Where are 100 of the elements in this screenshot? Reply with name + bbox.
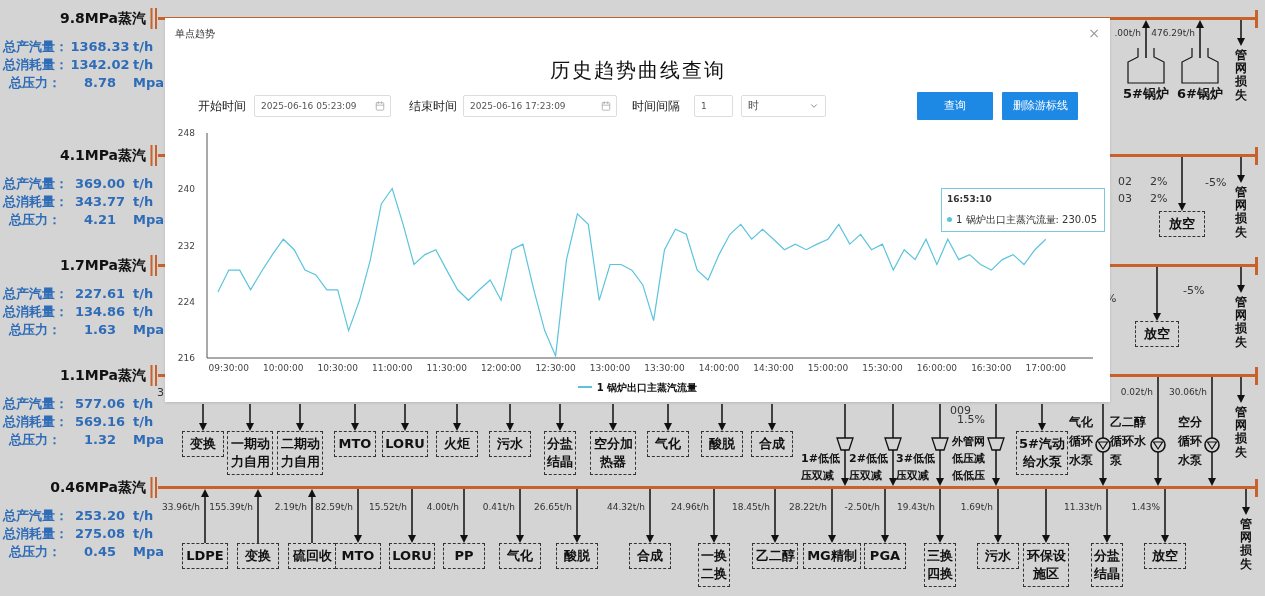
flow-rate: 0.41t/h	[482, 501, 515, 514]
stat-label: 总产汽量：	[1, 38, 69, 56]
page-heading: 历史趋势曲线查询	[549, 57, 726, 84]
stat-value: 253.20	[73, 507, 127, 525]
reducer-label: 外管网低压减低低压	[952, 434, 986, 484]
pipe-label: 0.46MPa蒸汽	[49, 478, 146, 497]
stat-unit: t/h	[133, 38, 154, 56]
dialog-title: 单点趋势	[175, 26, 215, 41]
stat-unit: Mpa	[133, 431, 164, 449]
unit-box: 放空	[1159, 211, 1205, 237]
pipe-end-cap	[150, 255, 158, 276]
stat-value: 343.77	[73, 193, 127, 211]
flow-rate: 4.00t/h	[426, 501, 459, 514]
field-label: 时间间隔	[632, 98, 680, 115]
unit-box: LDPE	[182, 543, 228, 569]
axis-tick-label: 17:00:00	[1025, 363, 1067, 373]
stat-unit: Mpa	[133, 211, 164, 229]
axis-tick-label: 10:30:00	[317, 363, 358, 373]
flow-rate: 155.39t/h	[209, 501, 253, 514]
stat-label: 总产汽量：	[1, 175, 69, 193]
interval-field[interactable]: 1	[694, 95, 733, 117]
stat-unit: Mpa	[133, 543, 164, 561]
unit-box: 一期动力自用	[227, 431, 273, 475]
flow-rate: 0.02t/h	[1120, 386, 1153, 399]
stat-label: 总产汽量：	[1, 507, 69, 525]
start-time-field[interactable]: 2025-06-16 05:23:09	[254, 95, 391, 117]
flow-rate: 1.69t/h	[960, 501, 993, 514]
axis-tick-label: 09:30:00	[208, 363, 249, 373]
query-button[interactable]: 查询	[917, 92, 993, 120]
flow-note: 02	[1118, 174, 1132, 190]
tooltip-time: 16:53:10	[947, 193, 993, 206]
stat-unit: t/h	[133, 303, 154, 321]
unit-box: 放空	[1144, 543, 1186, 569]
flow-arrow	[453, 404, 461, 431]
delete-cursor-button[interactable]: 删除游标线	[1002, 92, 1078, 120]
flow-arrow	[556, 404, 564, 431]
field-label: 开始时间	[198, 98, 246, 115]
stat-label: 总压力：	[7, 211, 62, 229]
flow-arrow	[1242, 489, 1250, 515]
axis-tick-label: 14:00:00	[698, 363, 740, 373]
flow-arrow	[1237, 267, 1245, 293]
legend-line-icon	[577, 386, 592, 388]
flow-rate: 82.59t/h	[314, 501, 353, 514]
flow-arrow	[646, 489, 654, 543]
flow-rate: 11.33t/h	[1063, 501, 1102, 514]
stat-value: 0.45	[82, 543, 118, 561]
unit-box: 气化	[647, 431, 689, 457]
boiler-label: 5#锅炉	[1123, 85, 1169, 103]
axis-tick-label: 16:30:00	[971, 363, 1012, 373]
flow-arrow	[254, 489, 262, 543]
flow-arrow	[936, 489, 944, 543]
flow-rate: 30.06t/h	[1168, 386, 1207, 399]
stat-value: 134.86	[73, 303, 127, 321]
flow-arrow	[1237, 157, 1245, 183]
pipe-end-cap	[150, 365, 158, 386]
flow-rate: .00t/h	[1114, 27, 1141, 40]
flow-rate: -2.50t/h	[844, 501, 880, 514]
stat-label: 总压力：	[7, 74, 62, 92]
stat-label: 总消耗量：	[1, 56, 69, 74]
flow-arrow	[1237, 20, 1245, 46]
stat-unit: t/h	[133, 395, 154, 413]
unit-box: 乙二醇	[752, 543, 798, 569]
tooltip-text: 1 锅炉出口主蒸汽流量: 230.05	[956, 212, 1098, 227]
pipe-label: 9.8MPa蒸汽	[58, 9, 146, 28]
flow-note: -5%	[1183, 283, 1205, 299]
axis-tick-label: 232	[177, 240, 195, 251]
flow-arrow	[506, 404, 514, 431]
legend-label: 1 锅炉出口主蒸汽流量	[596, 380, 698, 395]
axis-tick-label: 10:00:00	[263, 363, 304, 373]
boiler-icon	[1181, 47, 1219, 84]
flow-arrow	[460, 489, 468, 543]
flow-arrow	[201, 489, 209, 543]
stat-unit: t/h	[133, 413, 154, 431]
stat-label: 总消耗量：	[1, 303, 69, 321]
flow-rate: 15.52t/h	[368, 501, 407, 514]
flow-arrow	[246, 404, 254, 431]
axis-tick-label: 11:00:00	[372, 363, 413, 373]
axis-tick-label: 248	[177, 128, 195, 138]
unit-box: MTO	[335, 543, 381, 569]
flow-rate: 2.19t/h	[274, 501, 307, 514]
flow-arrow	[296, 404, 304, 431]
unit-box: 5#汽动给水泵	[1016, 431, 1068, 475]
end-time-field[interactable]: 2025-06-16 17:23:09	[463, 95, 617, 117]
stat-unit: t/h	[133, 525, 154, 543]
loss-label: 管网损失	[1235, 49, 1247, 102]
boiler-icon	[1127, 47, 1165, 84]
pipe-end-cap	[1255, 147, 1258, 165]
flow-note: 3	[157, 385, 164, 401]
flow-rate: 19.43t/h	[896, 501, 935, 514]
stat-label: 总压力：	[7, 431, 62, 449]
pipe-end-cap	[1255, 367, 1258, 385]
flow-arrow	[308, 489, 316, 543]
pipe-end-cap	[1255, 479, 1258, 497]
stat-unit: t/h	[133, 175, 154, 193]
stat-unit: t/h	[133, 56, 154, 74]
unit-box: MG精制	[803, 543, 861, 569]
flow-rate: 33.96t/h	[161, 501, 200, 514]
flow-note: -5%	[1205, 175, 1227, 191]
stat-unit: Mpa	[133, 74, 164, 92]
unit-select[interactable]: 时	[741, 95, 826, 117]
